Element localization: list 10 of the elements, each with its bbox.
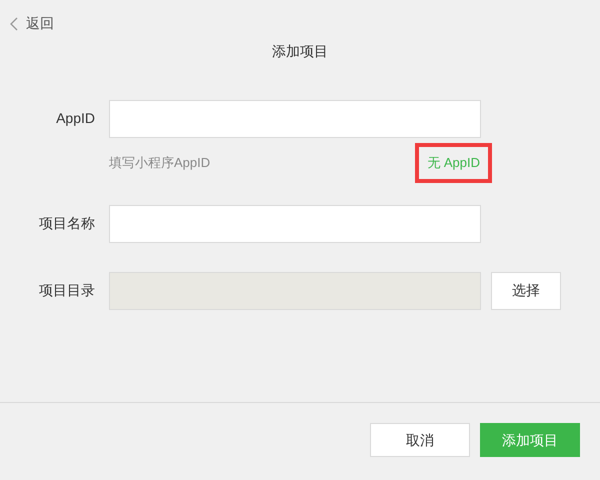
hint-text: 填写小程序AppID: [109, 154, 210, 172]
field-label: 项目名称: [39, 214, 95, 230]
field-label: 项目目录: [39, 282, 95, 298]
field-label: AppID: [56, 110, 95, 126]
cancel-button[interactable]: 取消: [370, 423, 470, 457]
input-field[interactable]: [109, 204, 481, 242]
page-title: 添加项目: [272, 43, 328, 59]
back-icon: [10, 16, 18, 30]
input-field[interactable]: [109, 100, 481, 138]
back-button[interactable]: 返回: [10, 13, 54, 34]
